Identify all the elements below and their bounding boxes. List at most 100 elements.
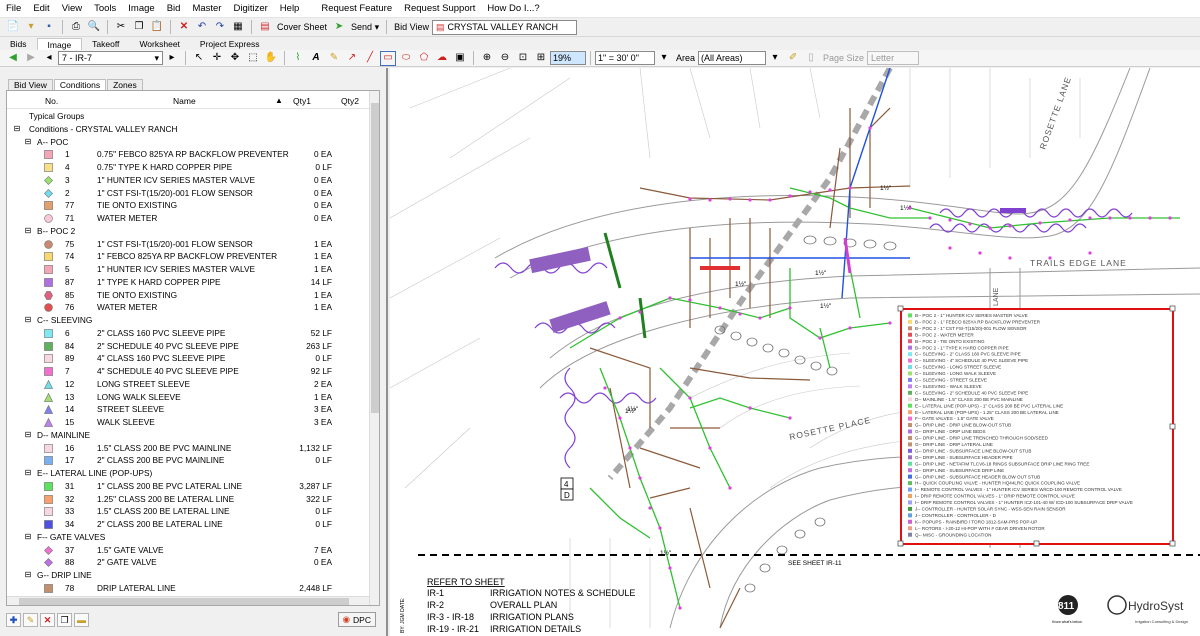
tree-row-condition[interactable]: 88 2" GATE VALVE 0 EA [7,556,369,569]
panel-tab-zones[interactable]: Zones [107,79,143,90]
folder-icon[interactable]: ▬ [74,613,89,627]
tree-row-group[interactable]: ⊟ C-- SLEEVING [7,314,369,327]
chevron-down-icon[interactable]: ▾ [767,51,783,66]
tree-row-condition[interactable]: 3 1" HUNTER ICV SERIES MASTER VALVE 0 EA [7,174,369,187]
tree-row-condition[interactable]: 4 0.75" TYPE K HARD COPPER PIPE 0 LF [7,161,369,174]
page-select[interactable]: 7 - IR-7 ▾ [58,51,163,65]
print-preview-icon[interactable]: 🔍 [86,20,102,35]
collapse-icon[interactable]: ⊟ [24,430,32,439]
tree-row-condition[interactable]: 15 WALK SLEEVE 3 EA [7,416,369,429]
menu-item[interactable]: File [0,3,27,14]
menu-item[interactable]: Bid [161,3,187,14]
polygon-tool-icon[interactable]: ⬠ [416,51,432,66]
tree-row-condition[interactable]: 71 WATER METER 0 EA [7,212,369,225]
irrigation-plan[interactable]: 1½"1½"1½"1½"1½"1½"1½"1½" ROSETTE LANE TR… [390,68,1200,636]
tab-takeoff[interactable]: Takeoff [82,38,129,50]
tree-row-group[interactable]: ⊟ A-- POC [7,136,369,149]
undo-icon[interactable]: ↶ [194,20,210,35]
tree-row-condition[interactable]: 78 DRIP LATERAL LINE 2,448 LF [7,582,369,595]
tree-row-root[interactable]: ⊟ Conditions - CRYSTAL VALLEY RANCH [7,123,369,136]
chevron-down-icon[interactable]: ▾ [656,51,672,66]
cut-icon[interactable]: ✂ [113,20,129,35]
edit-icon[interactable]: ✎ [23,613,38,627]
paste-icon[interactable]: 📋 [149,20,165,35]
cover-sheet-button[interactable]: Cover Sheet [274,22,330,32]
tree-row-condition[interactable]: 14 STREET SLEEVE 3 EA [7,403,369,416]
column-no[interactable]: No. [45,96,58,106]
horizontal-scrollbar[interactable] [7,596,369,605]
delete-icon[interactable]: ✕ [176,20,192,35]
menu-item[interactable]: Help [274,3,306,14]
collapse-icon[interactable]: ⊟ [24,571,32,579]
tree-row-condition[interactable]: 84 2" SCHEDULE 40 PVC SLEEVE PIPE 263 LF [7,340,369,353]
tab-bids[interactable]: Bids [0,38,37,50]
measure-icon[interactable]: ✐ [785,51,801,66]
menu-item[interactable]: Request Support [398,3,481,14]
tree-row-condition[interactable]: 77 TIE ONTO EXISTING 0 EA [7,199,369,212]
tree-row-condition[interactable]: 6 2" CLASS 160 PVC SLEEVE PIPE 52 LF [7,327,369,340]
rectangle-tool-icon[interactable]: ▭ [380,50,396,66]
tree-row-condition[interactable]: 2 1" CST FSI-T(15/20)-001 FLOW SENSOR 0 EA [7,187,369,200]
column-qty2[interactable]: Qty2 [341,96,359,106]
drawing-canvas[interactable]: 1½" 1½" 1½" 1½" 1½" 1½" 1½" 1½" ROSETTE LANE TR… [390,68,1200,636]
menu-item[interactable]: Request Feature [315,3,398,14]
tree-row-condition[interactable]: 85 TIE ONTO EXISTING 1 EA [7,289,369,302]
open-folder-icon[interactable]: ▾ [23,20,39,35]
copy-icon[interactable]: ❐ [57,613,72,627]
panel-tab-conditions[interactable]: Conditions [53,79,107,90]
tree-row-condition[interactable]: 7 4" SCHEDULE 40 PVC SLEEVE PIPE 92 LF [7,365,369,378]
new-icon[interactable]: 📄 [5,20,21,35]
select-area-icon[interactable]: ⬚ [245,51,261,66]
column-name[interactable]: Name [173,96,196,106]
collapse-icon[interactable]: ⊟ [24,226,32,235]
pointer-icon[interactable]: ↖ [191,51,207,66]
tree-row-group[interactable]: ⊟ G-- DRIP LINE [7,569,369,582]
tree-row-condition[interactable]: 74 1" FEBCO 825YA RP BACKFLOW PREVENTER 1 … [7,250,369,263]
text-icon[interactable]: A [308,51,324,66]
ellipse-tool-icon[interactable]: ⬭ [398,51,414,66]
zoom-out-icon[interactable]: ⊖ [497,51,513,66]
tree-row-condition[interactable]: 34 2" CLASS 200 BE LATERAL LINE 0 LF [7,518,369,531]
tree-row-condition[interactable]: 37 1.5" GATE VALVE 7 EA [7,544,369,557]
pen-icon[interactable]: ✎ [326,51,342,66]
tree-row-condition[interactable]: 89 4" CLASS 160 PVC SLEEVE PIPE 0 LF [7,352,369,365]
page-size-select[interactable]: Letter [867,51,920,65]
tree-row-condition[interactable]: 33 1.5" CLASS 200 BE LATERAL LINE 0 LF [7,505,369,518]
zoom-fit-icon[interactable]: ⊡ [515,51,531,66]
scroll-thumb[interactable] [19,598,349,605]
menu-item[interactable]: Master [186,3,227,14]
vertical-scrollbar[interactable] [369,91,379,605]
tree-row-group[interactable]: ⊟ B-- POC 2 [7,225,369,238]
collapse-icon[interactable]: ⊟ [24,469,32,477]
menu-item[interactable]: Edit [27,3,55,14]
menu-item[interactable]: Digitizer [227,3,273,14]
back-icon[interactable]: ◀ [5,51,21,66]
line-tool-icon[interactable]: ╱ [362,51,378,66]
tree-row-condition[interactable]: 1 0.75" FEBCO 825YA RP BACKFLOW PREVENTER… [7,148,369,161]
area-select[interactable]: (All Areas) [698,51,767,65]
tree-row-condition[interactable]: 32 1.25" CLASS 200 BE LATERAL LINE 322 LF [7,493,369,506]
pan-hand-icon[interactable]: ✋ [263,51,279,66]
collapse-icon[interactable]: ⊟ [24,316,32,324]
bid-select[interactable]: ▤ CRYSTAL VALLEY RANCH [431,19,577,35]
cloud-tool-icon[interactable]: ☁ [434,51,450,66]
delete-icon[interactable]: ✕ [40,613,55,627]
tree-row-condition[interactable]: 87 1" TYPE K HARD COPPER PIPE 14 LF [7,276,369,289]
prev-page-icon[interactable]: ◂ [41,51,57,66]
zoom-window-icon[interactable]: ⊞ [533,51,549,66]
tree-row-condition[interactable]: 31 1" CLASS 200 BE PVC LATERAL LINE 3,287 … [7,480,369,493]
zoom-in-icon[interactable]: ⊕ [479,51,495,66]
tree-row-condition[interactable]: 12 LONG STREET SLEEVE 2 EA [7,378,369,391]
menu-item[interactable]: Tools [88,3,122,14]
tree-row-condition[interactable]: 13 LONG WALK SLEEVE 1 EA [7,391,369,404]
dpc-button[interactable]: ◉ DPC [337,612,376,627]
collapse-icon[interactable]: ⊟ [24,137,32,146]
tree-row-condition[interactable]: 5 1" HUNTER ICV SERIES MASTER VALVE 1 EA [7,263,369,276]
tab-project-express[interactable]: Project Express [190,38,270,50]
redo-icon[interactable]: ↷ [212,20,228,35]
page-icon[interactable]: ▯ [803,51,819,66]
column-qty1[interactable]: Qty1 [293,96,311,106]
add-icon[interactable]: ✚ [6,613,21,627]
tree-row-condition[interactable]: 17 2" CLASS 200 BE PVC MAINLINE 0 LF [7,454,369,467]
next-page-icon[interactable]: ▸ [164,51,180,66]
